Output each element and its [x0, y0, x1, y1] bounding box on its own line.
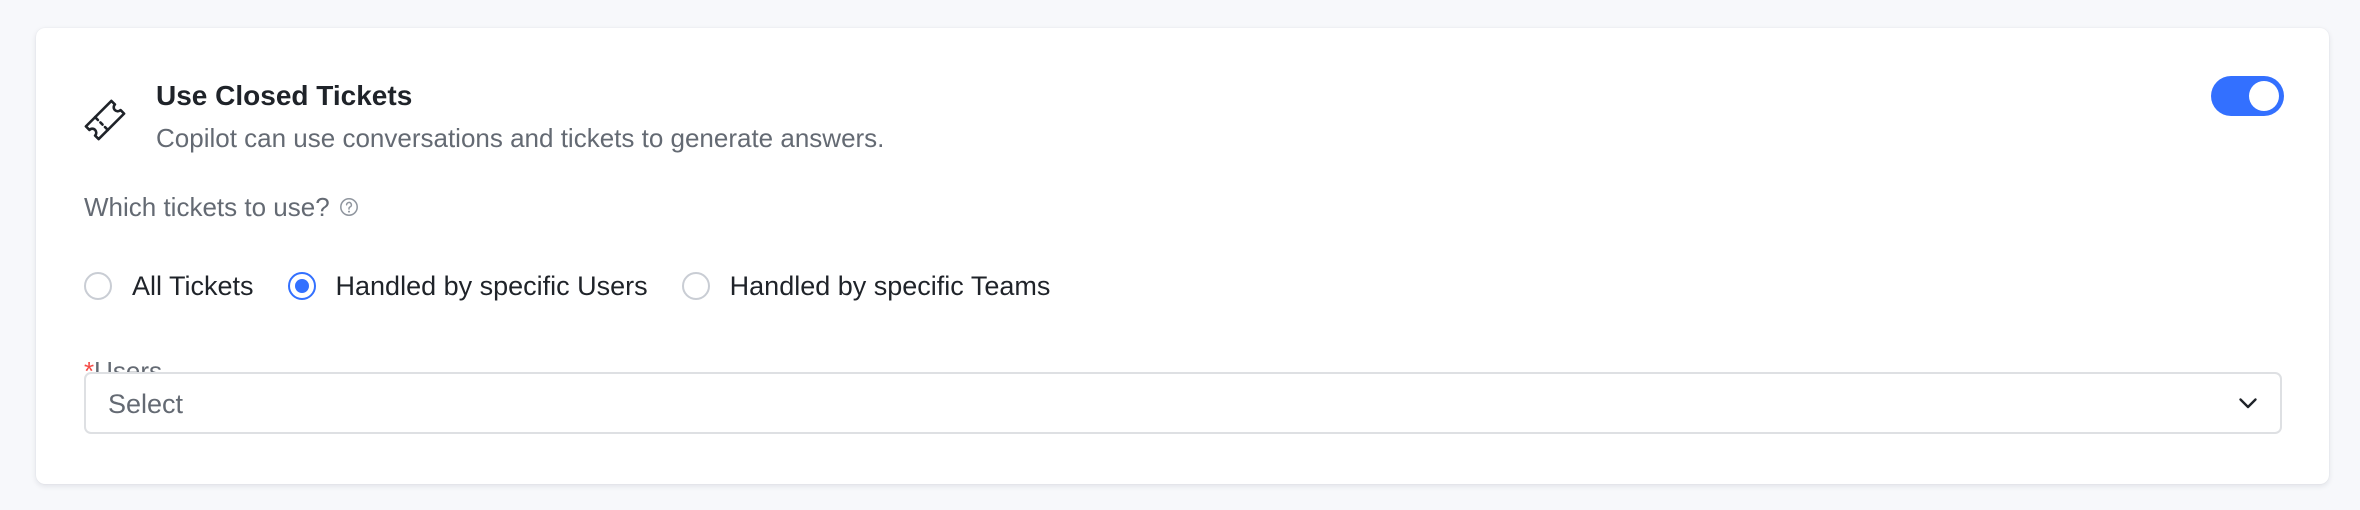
ticket-source-radio-group: All Tickets Handled by specific Users Ha…: [84, 268, 1050, 304]
closed-tickets-settings-card: Use Closed Tickets Copilot can use conve…: [36, 28, 2329, 484]
radio-label[interactable]: Handled by specific Users: [336, 271, 648, 302]
radio-circle[interactable]: [681, 272, 710, 300]
question-label: Which tickets to use?: [84, 191, 330, 222]
select-placeholder: Select: [108, 389, 184, 419]
radio-label[interactable]: Handled by specific Teams: [730, 271, 1051, 302]
radio-label[interactable]: All Tickets: [132, 271, 254, 302]
use-closed-tickets-toggle[interactable]: [2211, 76, 2284, 116]
ticket-selection-question: Which tickets to use?: [84, 190, 359, 224]
users-select[interactable]: Select: [84, 372, 2282, 434]
ticket-icon: [84, 99, 126, 141]
radio-circle-checked[interactable]: [287, 272, 316, 300]
chevron-down-icon[interactable]: [2236, 391, 2260, 415]
radio-specific-users[interactable]: Handled by specific Users: [287, 271, 648, 302]
setting-title: Use Closed Tickets: [156, 80, 413, 111]
radio-all-tickets[interactable]: All Tickets: [84, 271, 254, 302]
toggle-knob: [2249, 81, 2279, 111]
question-circle-icon[interactable]: [339, 197, 359, 217]
radio-specific-teams[interactable]: Handled by specific Teams: [681, 271, 1051, 302]
radio-circle[interactable]: [84, 272, 112, 300]
setting-description: Copilot can use conversations and ticket…: [156, 123, 885, 153]
